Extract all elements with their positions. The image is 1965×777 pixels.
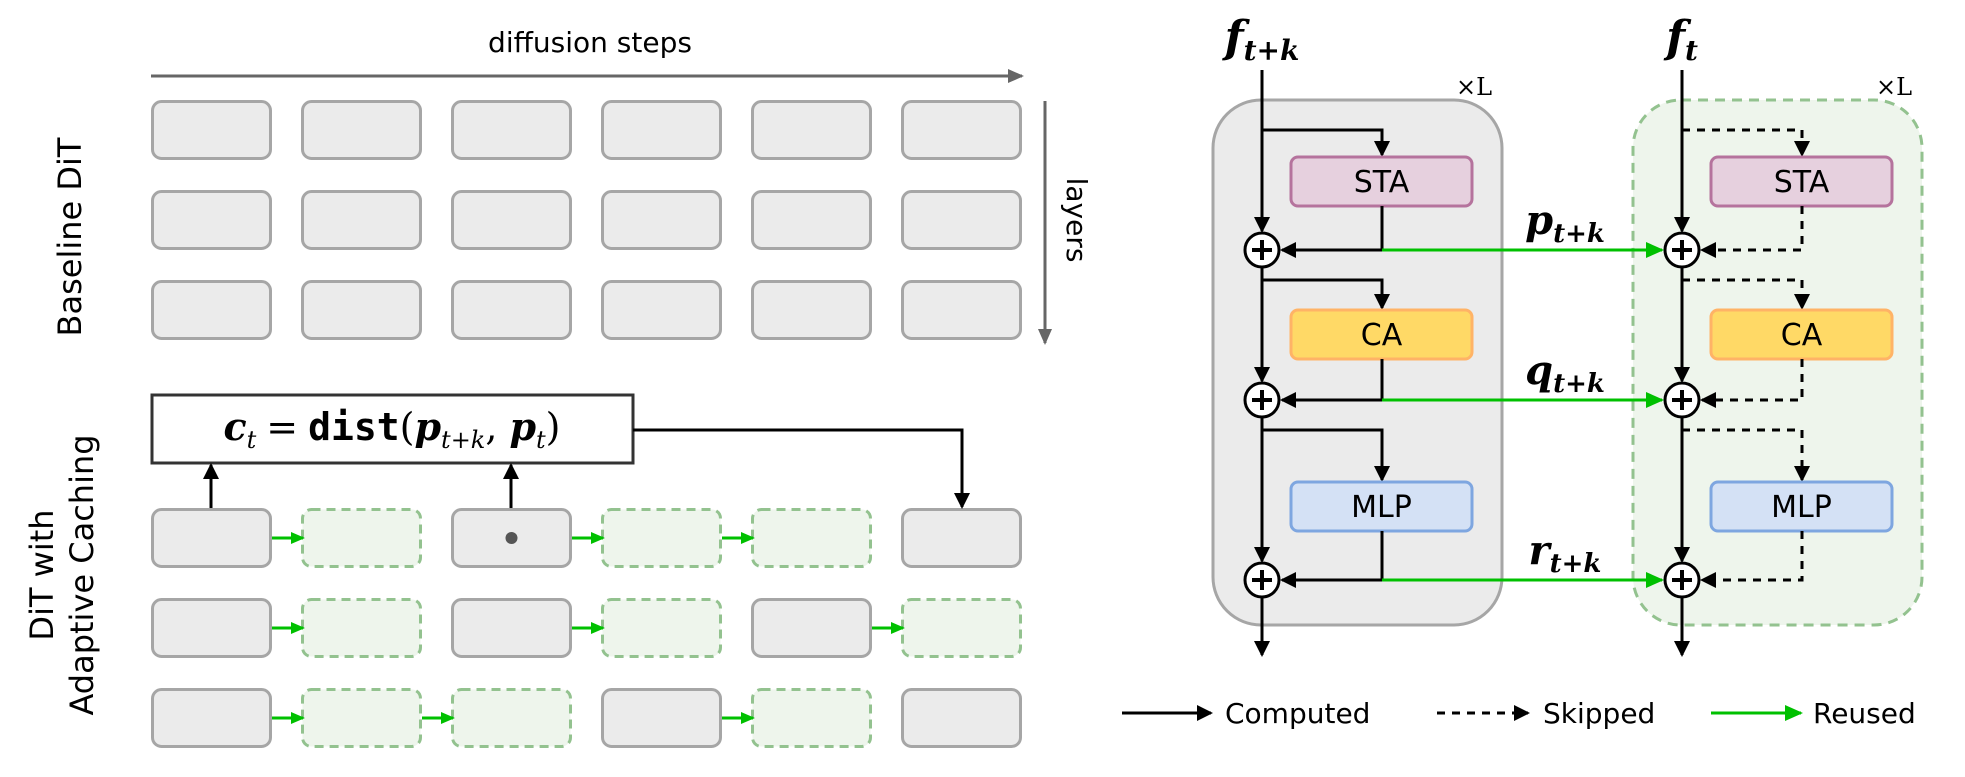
reuse-link-symbol: q (1525, 347, 1553, 394)
computed-block (151, 598, 272, 658)
module-label: STA (1774, 165, 1830, 200)
computed-block (601, 190, 722, 250)
formula-arg1-sub: t+k (441, 426, 485, 454)
computed-block (901, 100, 1022, 160)
input-subscript: t (1685, 34, 1698, 67)
module-label: CA (1361, 318, 1403, 353)
computed-block (601, 100, 722, 160)
module-label: MLP (1351, 490, 1412, 525)
computed-block (151, 508, 272, 568)
computed-block (901, 688, 1022, 748)
plus-node-icon (1663, 231, 1701, 269)
legend: Computed Skipped Reused (1122, 697, 1916, 730)
computed-block (151, 688, 272, 748)
reused-block (751, 508, 872, 568)
reuse-link-symbol: p (1525, 197, 1553, 244)
repeat-label: ×L (1876, 73, 1912, 101)
module-label: MLP (1771, 490, 1832, 525)
computed-block (601, 688, 722, 748)
repeat-label: ×L (1456, 73, 1492, 101)
legend-reused: Reused (1711, 697, 1916, 730)
reuse-link-label: rt+k (1529, 527, 1602, 579)
legend-skipped: Skipped (1437, 697, 1655, 730)
caching-grid (151, 508, 1022, 748)
module-label: CA (1781, 318, 1823, 353)
baseline-dit-label: Baseline DiT (51, 137, 89, 336)
computed-block (151, 280, 272, 340)
plus-node-icon (1243, 381, 1281, 419)
module-label: STA (1354, 165, 1410, 200)
reused-block (301, 688, 422, 748)
diffusion-steps-label: diffusion steps (488, 26, 692, 59)
computed-block (451, 100, 572, 160)
left-panel: diffusion steps layers Baseline DiT DiT … (23, 26, 1093, 748)
plus-node-icon (1663, 561, 1701, 599)
computed-block (451, 598, 572, 658)
reused-block (451, 688, 572, 748)
input-label: ft+k (1222, 12, 1300, 67)
reuse-link-label: pt+k (1525, 197, 1605, 249)
reuse-link-label: qt+k (1525, 347, 1605, 399)
formula-comma: , (485, 405, 497, 449)
legend-reused-label: Reused (1813, 697, 1916, 730)
reused-block (301, 508, 422, 568)
formula-text: ct = dist(pt+k, pt) (223, 404, 560, 454)
computed-block (901, 508, 1022, 568)
computed-block (601, 280, 722, 340)
input-subscript: t+k (1244, 34, 1300, 67)
formula-lhs: c (223, 404, 246, 449)
formula-func: dist (308, 405, 400, 449)
computed-block (901, 280, 1022, 340)
computed-block (151, 100, 272, 160)
computed-block (451, 280, 572, 340)
computed-block (751, 598, 872, 658)
computed-block (751, 190, 872, 250)
dot-marker-icon (505, 532, 518, 544)
formula-lhs-sub: t (247, 426, 257, 454)
computed-block (301, 100, 422, 160)
caching-label-line2: Adaptive Caching (63, 434, 101, 715)
reused-block (601, 508, 722, 568)
reuse-link-subscript: t+k (1550, 549, 1602, 579)
formula-arg1: p (414, 404, 441, 449)
input-label: ft (1663, 12, 1698, 67)
formula-box: ct = dist(pt+k, pt) (150, 393, 635, 465)
plus-node-icon (1663, 381, 1701, 419)
skipped-block-diagram: ×L ft STA CA MLP (1631, 12, 1924, 657)
reused-block (301, 598, 422, 658)
plus-node-icon (1243, 561, 1281, 599)
formula-equals: = (266, 405, 298, 449)
reused-block (751, 688, 872, 748)
legend-computed-label: Computed (1225, 697, 1370, 730)
computed-block (451, 190, 572, 250)
computed-block (901, 190, 1022, 250)
formula-output-arrow (633, 428, 970, 509)
right-panel: ×Lft+kSTACAMLP×LftSTACAMLPpt+kqt+krt+k (1211, 12, 1924, 657)
legend-computed: Computed (1122, 697, 1370, 730)
plus-node-icon (1243, 231, 1281, 269)
formula-arg2: p (509, 404, 536, 449)
formula-close-paren: ) (546, 405, 561, 449)
computed-block (751, 280, 872, 340)
caching-label-line1: DiT with (23, 509, 61, 640)
reuse-link-subscript: t+k (1553, 369, 1605, 399)
baseline-grid (151, 100, 1022, 340)
layers-label: layers (1060, 178, 1093, 263)
figure-canvas: diffusion steps layers Baseline DiT DiT … (23, 12, 1924, 748)
computed-block (751, 100, 872, 160)
formula-open-paren: ( (400, 405, 415, 449)
legend-skipped-label: Skipped (1543, 697, 1655, 730)
computed-block (301, 190, 422, 250)
reuse-link-subscript: t+k (1553, 219, 1605, 249)
computed-block (301, 280, 422, 340)
computed-block-diagram: ×L ft+k STA CA MLP (1211, 12, 1504, 657)
reused-block (601, 598, 722, 658)
computed-block (151, 190, 272, 250)
formula-arg2-sub: t (536, 426, 546, 454)
reused-block (901, 598, 1022, 658)
